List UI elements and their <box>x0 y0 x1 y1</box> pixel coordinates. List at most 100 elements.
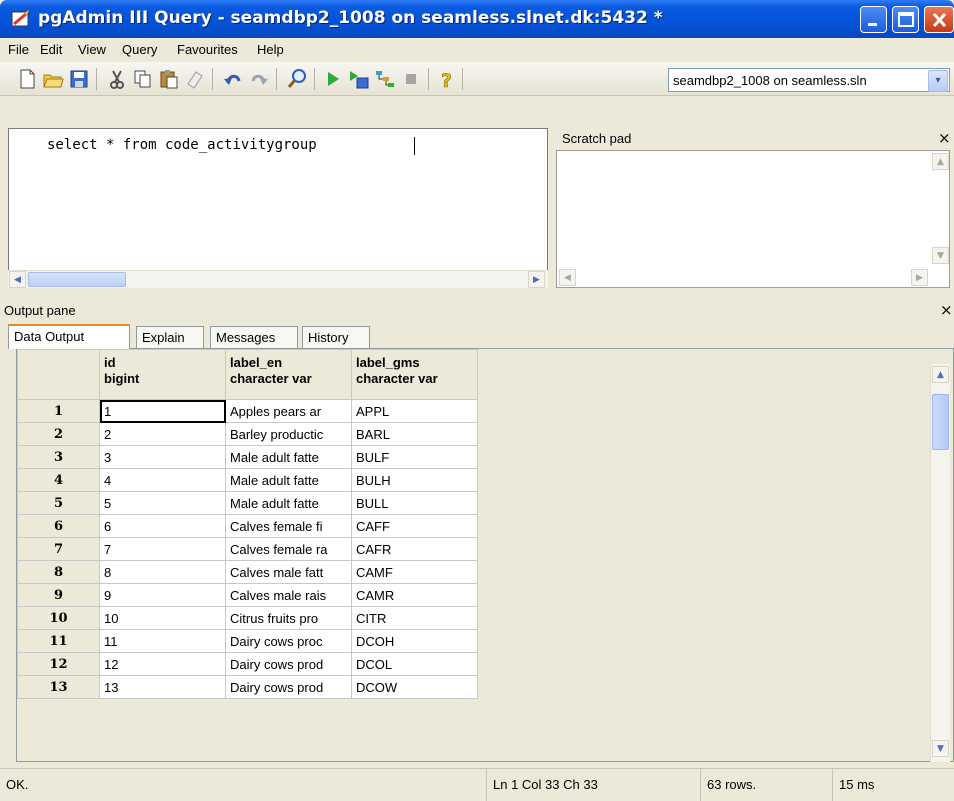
menu-help[interactable]: Help <box>257 42 284 57</box>
cell-id[interactable]: 10 <box>99 606 226 630</box>
scroll-left-icon[interactable]: ◀ <box>559 269 576 286</box>
cell-label-gms[interactable]: CITR <box>351 606 478 630</box>
data-output-grid[interactable]: id bigint label_en character var label_gms… <box>16 348 954 762</box>
cell-label-gms[interactable]: CAFR <box>351 537 478 561</box>
table-row[interactable]: 11 11 Dairy cows proc DCOH <box>17 629 478 653</box>
cell-label-en[interactable]: Calves female ra <box>225 537 352 561</box>
cell-label-gms[interactable]: BARL <box>351 422 478 446</box>
open-folder-icon[interactable] <box>42 68 64 90</box>
cell-id[interactable]: 3 <box>99 445 226 469</box>
clear-icon[interactable] <box>184 68 206 90</box>
cell-label-gms[interactable]: CAMF <box>351 560 478 584</box>
tab-data-output[interactable]: Data Output <box>8 324 130 349</box>
explain-icon[interactable] <box>374 68 396 90</box>
minimize-button[interactable] <box>860 6 887 33</box>
table-row[interactable]: 4 4 Male adult fatte BULH <box>17 468 478 492</box>
cell-label-en[interactable]: Dairy cows prod <box>225 652 352 676</box>
row-number[interactable]: 9 <box>17 583 100 607</box>
cell-label-en[interactable]: Male adult fatte <box>225 445 352 469</box>
cell-id[interactable]: 11 <box>99 629 226 653</box>
row-number[interactable]: 11 <box>17 629 100 653</box>
new-file-icon[interactable] <box>16 68 38 90</box>
cell-label-gms[interactable]: CAFF <box>351 514 478 538</box>
cell-label-gms[interactable]: DCOW <box>351 675 478 699</box>
cell-id[interactable]: 8 <box>99 560 226 584</box>
cell-label-gms[interactable]: DCOH <box>351 629 478 653</box>
undo-icon[interactable] <box>222 68 244 90</box>
cell-id[interactable]: 6 <box>99 514 226 538</box>
cell-label-gms[interactable]: APPL <box>351 399 478 423</box>
cell-label-en[interactable]: Apples pears ar <box>225 399 352 423</box>
cell-label-en[interactable]: Calves male fatt <box>225 560 352 584</box>
menu-favourites[interactable]: Favourites <box>177 42 238 57</box>
cell-label-en[interactable]: Barley productic <box>225 422 352 446</box>
scroll-down-icon[interactable]: ▼ <box>932 247 949 264</box>
cell-id[interactable]: 2 <box>99 422 226 446</box>
cell-label-en[interactable]: Dairy cows proc <box>225 629 352 653</box>
output-pane-close-icon[interactable]: × <box>940 301 953 319</box>
column-header-id[interactable]: id bigint <box>99 349 226 400</box>
scroll-up-icon[interactable]: ▲ <box>932 366 949 383</box>
menu-query[interactable]: Query <box>122 42 157 57</box>
grid-vertical-scrollbar[interactable]: ▲ ▼ <box>930 364 950 762</box>
cell-label-gms[interactable]: DCOL <box>351 652 478 676</box>
maximize-button[interactable] <box>892 6 919 33</box>
scroll-down-icon[interactable]: ▼ <box>932 740 949 757</box>
cell-label-en[interactable]: Citrus fruits pro <box>225 606 352 630</box>
scroll-right-icon[interactable]: ▶ <box>528 271 545 288</box>
cell-label-en[interactable]: Male adult fatte <box>225 491 352 515</box>
find-icon[interactable] <box>286 68 308 90</box>
save-icon[interactable] <box>68 68 90 90</box>
cell-label-gms[interactable]: BULF <box>351 445 478 469</box>
cell-id[interactable]: 9 <box>99 583 226 607</box>
tab-messages[interactable]: Messages <box>210 326 298 348</box>
scroll-left-icon[interactable]: ◀ <box>9 271 26 288</box>
cell-label-gms[interactable]: CAMR <box>351 583 478 607</box>
grid-scroll-thumb[interactable] <box>932 394 949 450</box>
connection-select[interactable]: seamdbp2_1008 on seamless.sln ▾ <box>668 68 950 92</box>
tab-explain[interactable]: Explain <box>136 326 204 348</box>
cell-id[interactable]: 1 <box>99 399 226 423</box>
table-row[interactable]: 10 10 Citrus fruits pro CITR <box>17 606 478 630</box>
cell-id[interactable]: 12 <box>99 652 226 676</box>
cell-id[interactable]: 13 <box>99 675 226 699</box>
corner-cell[interactable] <box>17 349 100 400</box>
table-row[interactable]: 2 2 Barley productic BARL <box>17 422 478 446</box>
cell-label-gms[interactable]: BULH <box>351 468 478 492</box>
title-bar[interactable]: pgAdmin III Query - seamdbp2_1008 on sea… <box>0 0 954 38</box>
cell-label-en[interactable]: Dairy cows prod <box>225 675 352 699</box>
cell-label-en[interactable]: Calves male rais <box>225 583 352 607</box>
table-row[interactable]: 3 3 Male adult fatte BULF <box>17 445 478 469</box>
execute-icon[interactable] <box>322 68 344 90</box>
table-row[interactable]: 1 1 Apples pears ar APPL <box>17 399 478 423</box>
paste-icon[interactable] <box>158 68 180 90</box>
row-number[interactable]: 13 <box>17 675 100 699</box>
execute-to-file-icon[interactable] <box>348 68 370 90</box>
cell-label-gms[interactable]: BULL <box>351 491 478 515</box>
table-row[interactable]: 9 9 Calves male rais CAMR <box>17 583 478 607</box>
menu-edit[interactable]: Edit <box>40 42 62 57</box>
row-number[interactable]: 1 <box>17 399 100 423</box>
table-row[interactable]: 12 12 Dairy cows prod DCOL <box>17 652 478 676</box>
cell-label-en[interactable]: Male adult fatte <box>225 468 352 492</box>
menu-file[interactable]: File <box>8 42 29 57</box>
sql-editor[interactable]: select * from code_activitygroup <box>8 128 548 288</box>
scroll-up-icon[interactable]: ▲ <box>932 153 949 170</box>
copy-icon[interactable] <box>132 68 154 90</box>
editor-horizontal-scrollbar[interactable]: ◀ ▶ <box>8 270 548 288</box>
sql-query-text[interactable]: select * from code_activitygroup <box>47 137 317 153</box>
close-button[interactable] <box>924 6 954 33</box>
table-row[interactable]: 8 8 Calves male fatt CAMF <box>17 560 478 584</box>
redo-icon[interactable] <box>248 68 270 90</box>
row-number[interactable]: 3 <box>17 445 100 469</box>
editor-scroll-thumb[interactable] <box>28 272 126 287</box>
scroll-right-icon[interactable]: ▶ <box>911 269 928 286</box>
table-row[interactable]: 5 5 Male adult fatte BULL <box>17 491 478 515</box>
cell-label-en[interactable]: Calves female fi <box>225 514 352 538</box>
stop-icon[interactable] <box>400 68 422 90</box>
column-header-label-en[interactable]: label_en character var <box>225 349 352 400</box>
cell-id[interactable]: 7 <box>99 537 226 561</box>
row-number[interactable]: 8 <box>17 560 100 584</box>
menu-view[interactable]: View <box>78 42 106 57</box>
row-number[interactable]: 12 <box>17 652 100 676</box>
